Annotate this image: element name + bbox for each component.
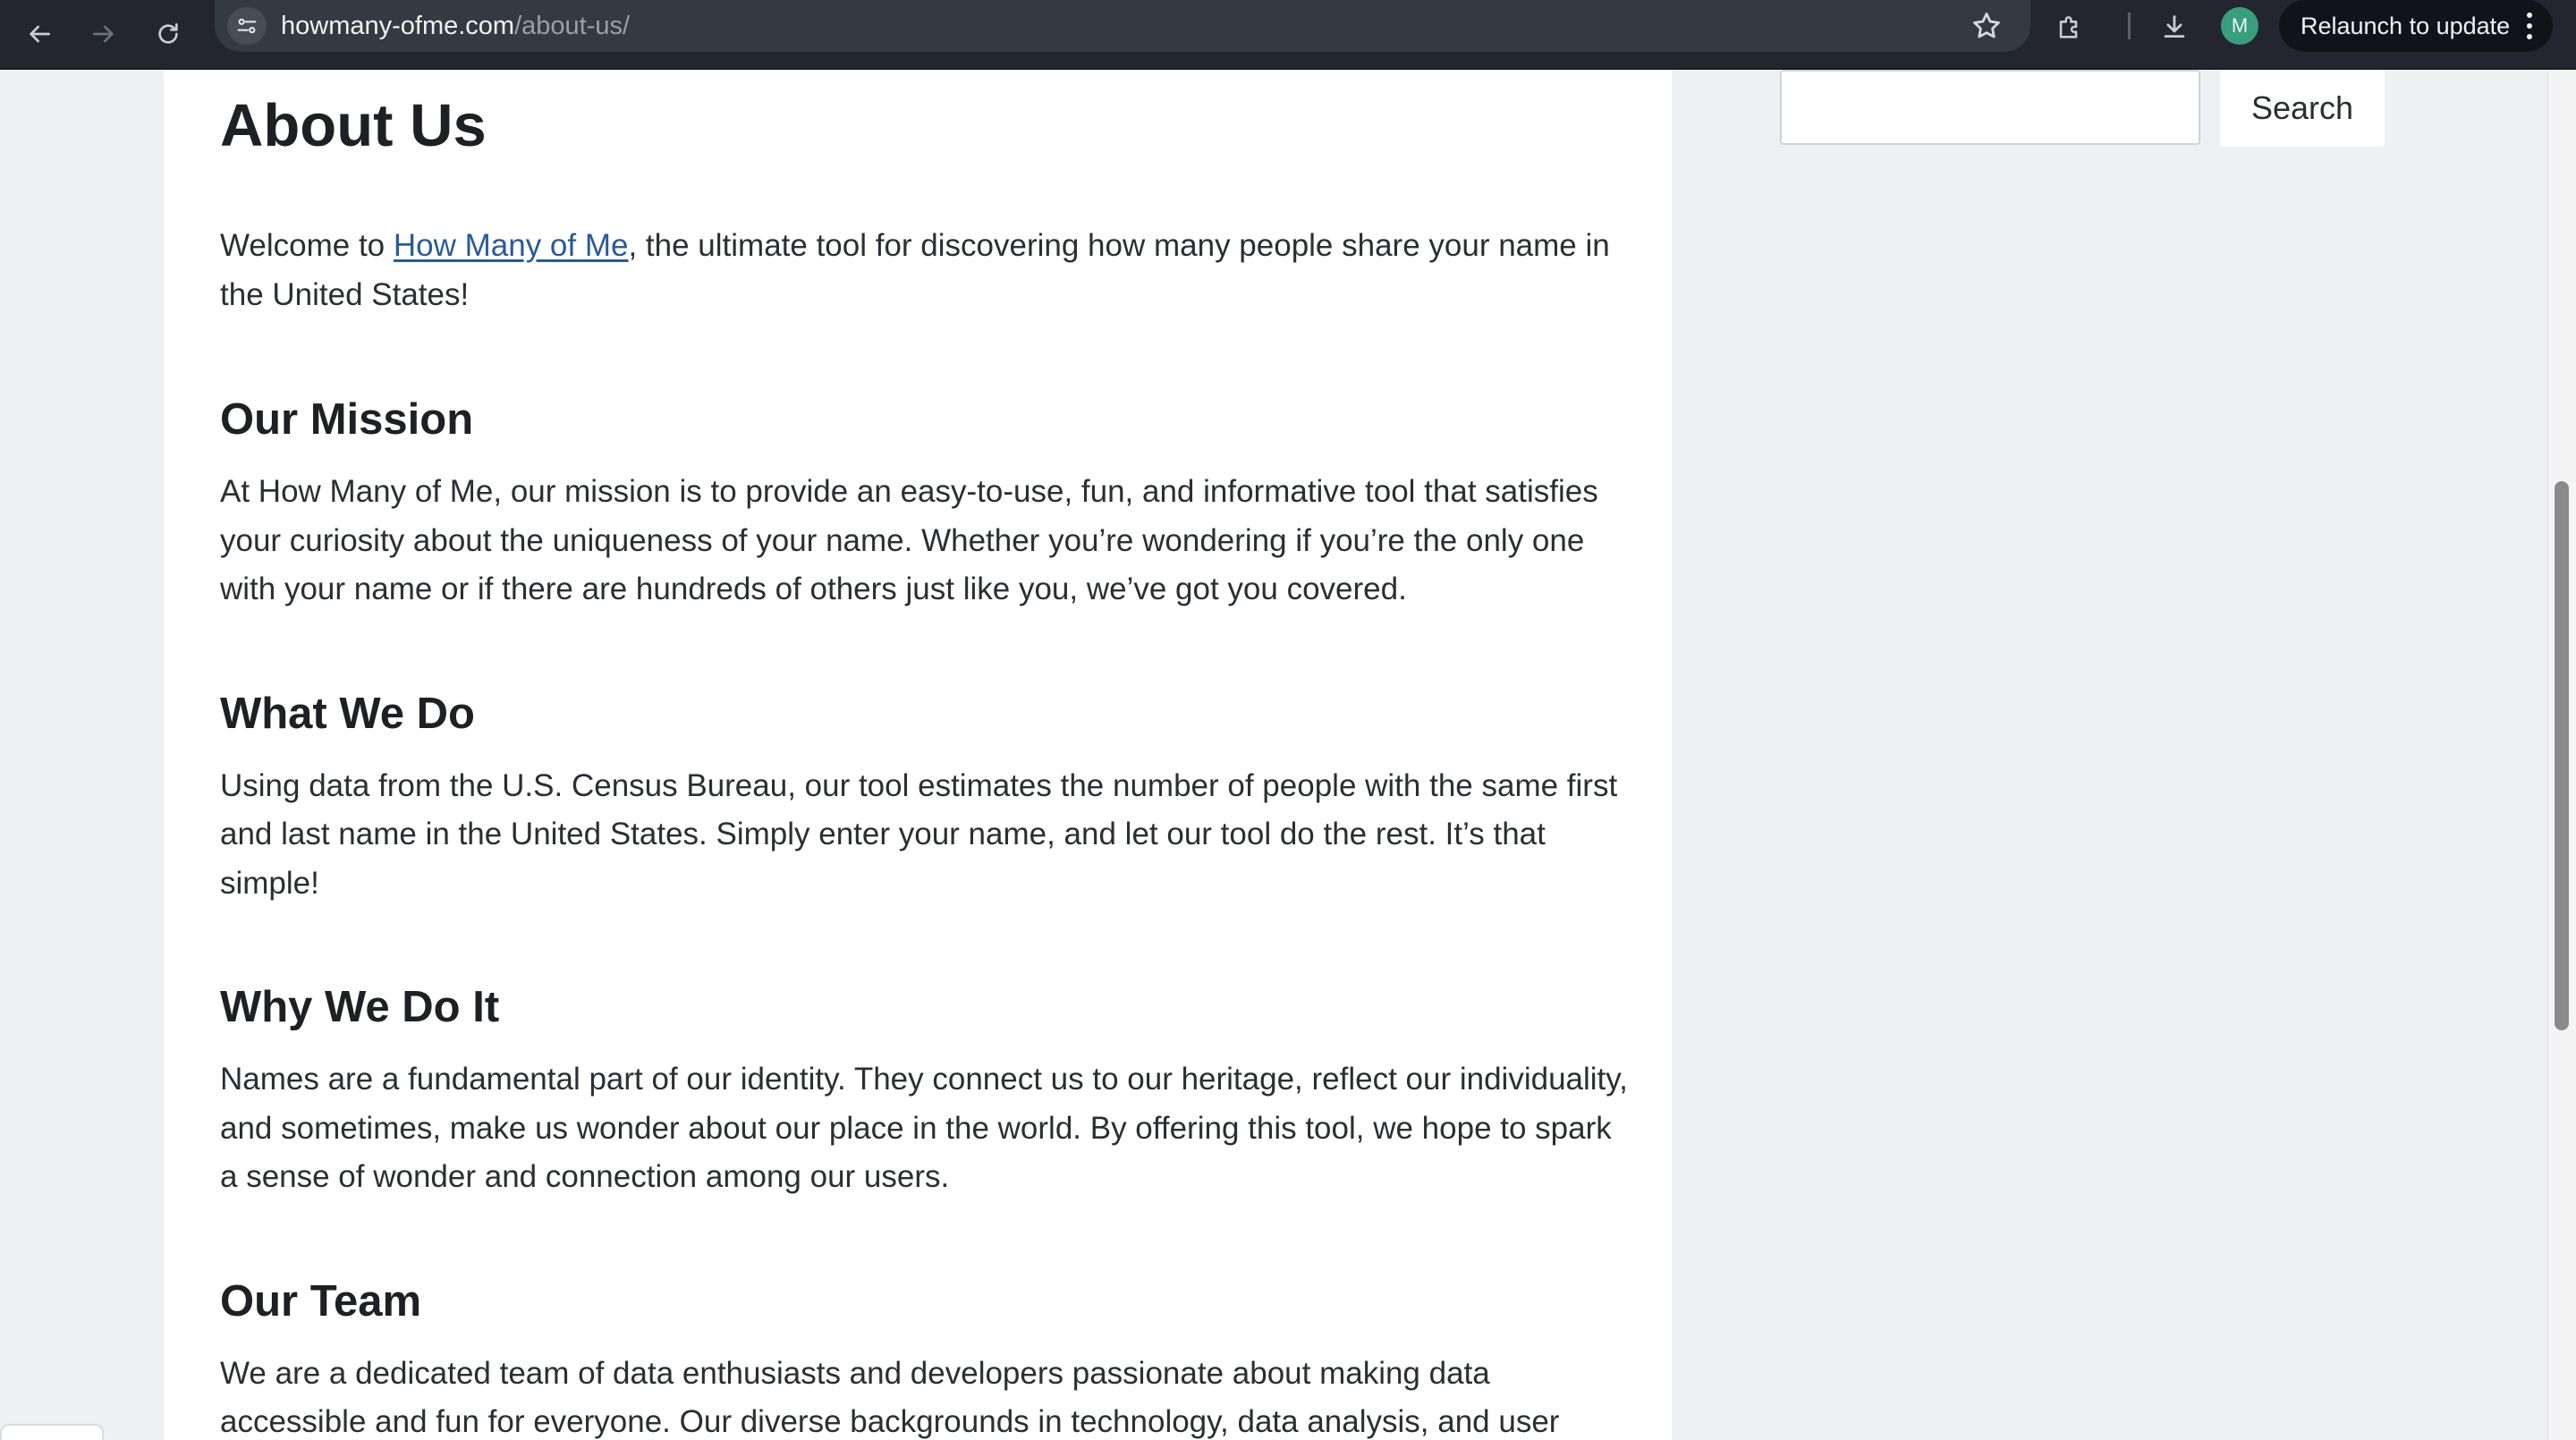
address-bar[interactable]: howmany-ofme.com/about-us/ <box>215 0 2030 52</box>
reload-button[interactable] <box>140 5 197 63</box>
browser-toolbar: howmany-ofme.com/about-us/ M Relaunch to… <box>0 0 2576 70</box>
toolbar-divider <box>2128 13 2131 39</box>
section-body-what-we-do: Using data from the U.S. Census Bureau, … <box>220 767 1618 901</box>
intro-paragraph: Welcome to How Many of Me, the ultimate … <box>220 222 1633 319</box>
profile-avatar[interactable]: M <box>2221 7 2258 45</box>
url-path: /about-us/ <box>514 12 631 40</box>
section-body-why-we-do-it: Names are a fundamental part of our iden… <box>220 1062 1628 1194</box>
site-info-button[interactable] <box>227 7 267 45</box>
search-input[interactable] <box>1780 70 2200 145</box>
extensions-button[interactable] <box>2050 7 2089 47</box>
forward-button[interactable] <box>75 5 132 63</box>
intro-text-before: Welcome to <box>220 228 394 263</box>
url-text[interactable]: howmany-ofme.com/about-us/ <box>281 11 630 41</box>
reload-icon <box>158 23 178 44</box>
article-card: About Us Welcome to How Many of Me, the … <box>164 70 1672 1440</box>
corner-widget-tab[interactable] <box>0 1424 104 1440</box>
back-button[interactable] <box>11 5 68 63</box>
back-arrow-icon <box>30 25 50 43</box>
section-heading-why-we-do-it: Why We Do It <box>220 983 500 1031</box>
article-content: About Us Welcome to How Many of Me, the … <box>220 88 1633 1440</box>
download-icon <box>2164 15 2185 38</box>
search-button[interactable]: Search <box>2220 70 2385 147</box>
relaunch-to-update-button[interactable]: Relaunch to update <box>2279 0 2553 52</box>
section-body-our-team: We are a dedicated team of data enthusia… <box>220 1355 1560 1440</box>
more-menu-icon[interactable] <box>2526 13 2533 39</box>
section-heading-what-we-do: What We Do <box>220 689 475 738</box>
extensions-icon <box>2059 16 2078 38</box>
star-icon[interactable] <box>1970 9 2004 43</box>
url-host: howmany-ofme.com <box>281 12 515 40</box>
site-info-icon <box>237 18 257 34</box>
forward-arrow-icon <box>93 25 114 43</box>
section-heading-our-team: Our Team <box>220 1276 422 1326</box>
page-title: About Us <box>220 92 487 159</box>
relaunch-label: Relaunch to update <box>2301 13 2511 39</box>
how-many-of-me-link[interactable]: How Many of Me <box>394 228 629 263</box>
page-viewport: About Us Welcome to How Many of Me, the … <box>0 70 2547 1440</box>
page-scrollbar[interactable] <box>2547 70 2576 1440</box>
downloads-button[interactable] <box>2155 7 2194 47</box>
scrollbar-thumb[interactable] <box>2555 481 2569 1030</box>
section-body-our-mission: At How Many of Me, our mission is to pro… <box>220 474 1598 606</box>
section-heading-our-mission: Our Mission <box>220 395 474 444</box>
